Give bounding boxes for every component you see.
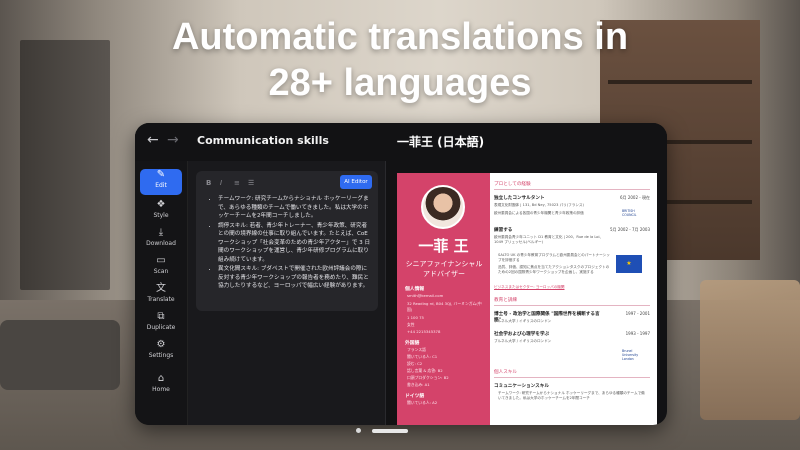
- language-item: 口頭プロダクション: B2: [407, 375, 449, 380]
- headline-line-1: Automatic translations in: [171, 16, 629, 58]
- profile-photo: [421, 185, 465, 229]
- sidebar-item-label: Style: [153, 212, 169, 219]
- download-icon: ⤓: [158, 227, 164, 238]
- resume-right-column: プロとしての経験 独立したコンサルタント 6月 2002 - 現在 表現文化財團…: [494, 173, 654, 425]
- sofa: [0, 320, 120, 390]
- contact-email: smith@kemail.com: [407, 293, 444, 298]
- language-item: フランス語: [407, 347, 426, 352]
- bullet-list-icon[interactable]: ≡: [234, 179, 240, 187]
- education-heading: 教育と訓練: [494, 298, 517, 303]
- section-title: Communication skills: [197, 134, 329, 147]
- top-bar: ← → Communication skills 一菲王 (日本語): [135, 123, 667, 161]
- education-title: 社会学および心理学を学ぶ: [494, 332, 550, 337]
- text-editor-panel: B I ≡ ☰ AI Editor チームワーク: 研究チームからナショナル ホ…: [188, 161, 385, 425]
- contact-gender: 女性: [407, 322, 415, 327]
- job-bullet: 品質、評価、認知に焦点を当てたアクションタスクのプロジェクトのための2回の国際青…: [498, 265, 610, 275]
- job-date: 6月 2002 - 現在: [620, 195, 650, 200]
- bullet-list[interactable]: チームワーク: 研究チームからナショナル ホッケーリーグまで、あらゆる種類のチー…: [210, 195, 372, 292]
- brunel-logo: Brunel University London: [622, 349, 639, 361]
- sidebar-item-label: Scan: [153, 268, 169, 275]
- job-place: 表現文化財團体 | 131, Bd Ney, 75023 パリ(フランス): [494, 203, 584, 207]
- education-date: 1997 - 2001: [625, 311, 650, 316]
- translate-icon: 文: [156, 283, 166, 294]
- sidebar-item-style[interactable]: ❖ Style: [140, 199, 182, 225]
- education-place: ブルネル大学 / イギリスのロンドン: [494, 319, 552, 323]
- language-item: 読む: C2: [407, 361, 423, 366]
- forward-arrow-icon[interactable]: →: [167, 132, 179, 148]
- chair: [700, 280, 800, 420]
- skill-title: コミュニケーションスキル: [494, 384, 549, 389]
- headline-line-2: 28+ languages: [268, 62, 532, 104]
- gear-icon: ⚙: [156, 339, 166, 350]
- contact-mobile: +44 2215345378: [407, 329, 441, 334]
- sidebar-item-label: Download: [146, 240, 176, 247]
- numbered-list-icon[interactable]: ☰: [248, 179, 254, 187]
- section-divider: [494, 377, 650, 378]
- edit-icon: ✎: [156, 169, 166, 180]
- resume-preview: 一菲 王 シニアファイナンシャルアドバイザー 個人情報 smith@kemail…: [397, 173, 657, 425]
- headline: Automatic translations in 28+ languages: [0, 14, 800, 106]
- experience-heading: プロとしての経験: [494, 182, 531, 187]
- home-icon: ⌂: [157, 373, 165, 384]
- tablet-app-window: ← → Communication skills 一菲王 (日本語) ✎ Edi…: [135, 123, 667, 425]
- sidebar-item-label: Edit: [155, 182, 167, 189]
- sidebar-item-scan[interactable]: ▭ Scan: [140, 255, 182, 281]
- language-2-heading: ドイツ語: [405, 394, 425, 399]
- skill-description: チームワーク: 研究チームからナショナル ホッケーリーグまで、あらゆる種類のチー…: [498, 391, 645, 401]
- pane-divider: [385, 161, 386, 425]
- sidebar-item-download[interactable]: ⤓ Download: [140, 227, 182, 253]
- language-item: 話し言葉 & 応答: B2: [407, 368, 443, 373]
- list-item: 異文化間スキル: ブダペストで開催された欧州評議会の際に反対する青少年ワークショ…: [218, 265, 372, 291]
- language-item: 書き込み: A1: [407, 382, 430, 387]
- skills-heading: 個人スキル: [494, 370, 517, 375]
- translated-document-title: 一菲王 (日本語): [397, 135, 485, 149]
- sidebar: ✎ Edit ❖ Style ⤓ Download ▭ Scan 文 Trans…: [135, 161, 188, 425]
- bold-button[interactable]: B: [206, 179, 211, 187]
- resume-name: 一菲 王: [418, 237, 469, 255]
- duplicate-icon: ⧉: [157, 311, 165, 322]
- sidebar-item-label: Translate: [147, 296, 175, 303]
- language-item: 聞いている人: A2: [407, 400, 438, 405]
- section-divider: [494, 189, 650, 190]
- job-date: 5月 2002 - 7月 2003: [610, 227, 650, 232]
- job-bullet: SALTO UK の青少年教育プログラムと欧州委員会とのパートナーシップを評価す…: [498, 253, 610, 263]
- style-icon: ❖: [156, 199, 166, 210]
- sector-link: ビジネスまたはセクター: ヨーロッパの機関: [494, 285, 565, 289]
- contact-heading: 個人情報: [405, 287, 425, 292]
- scan-icon: ▭: [156, 255, 166, 266]
- italic-button[interactable]: I: [220, 179, 222, 187]
- page-dot[interactable]: [356, 428, 361, 433]
- language-item: 聞いている人: C1: [407, 354, 438, 359]
- list-item: チームワーク: 研究チームからナショナル ホッケーリーグまで、あらゆる種類のチー…: [218, 195, 372, 221]
- contact-phone: 1 100 75: [407, 315, 424, 320]
- contact-address: 32 Reading rd, B04 3QJ, バーミンガム(中国): [407, 301, 482, 312]
- sidebar-item-home[interactable]: ⌂ Home: [140, 373, 182, 399]
- sidebar-item-edit[interactable]: ✎ Edit: [140, 169, 182, 195]
- list-item: 調停スキル: 若者、青少年トレーナー、青少年政策、研究者との間の境界線の仕事に取…: [218, 222, 372, 265]
- rich-text-editor[interactable]: B I ≡ ☰ AI Editor チームワーク: 研究チームからナショナル ホ…: [196, 171, 378, 311]
- resume-left-column: 一菲 王 シニアファイナンシャルアドバイザー 個人情報 smith@kemail…: [397, 173, 490, 425]
- sidebar-item-duplicate[interactable]: ⧉ Duplicate: [140, 311, 182, 337]
- page-indicator: [356, 428, 446, 434]
- job-description: 欧州委員会による各国の青少年機関と青少年政策の評価: [494, 211, 584, 215]
- sidebar-item-label: Duplicate: [146, 324, 176, 331]
- resume-role: シニアファイナンシャルアドバイザー: [405, 260, 483, 278]
- sidebar-item-translate[interactable]: 文 Translate: [140, 283, 182, 309]
- education-place: ブルネル大学 / イギリスのロンドン: [494, 339, 552, 343]
- sidebar-item-settings[interactable]: ⚙ Settings: [140, 339, 182, 365]
- section-divider: [494, 305, 650, 306]
- british-council-logo: BRITISH COUNCIL: [622, 209, 637, 217]
- back-arrow-icon[interactable]: ←: [147, 132, 159, 148]
- eu-flag-icon: ★: [616, 255, 642, 273]
- page-dot-active[interactable]: [372, 429, 408, 433]
- job-title: 練習する: [494, 228, 513, 233]
- sidebar-item-label: Settings: [148, 352, 174, 359]
- job-title: 独立したコンサルタント: [494, 196, 545, 201]
- sidebar-item-label: Home: [152, 386, 170, 393]
- languages-heading: 外国語: [405, 341, 420, 346]
- education-date: 1993 - 1997: [625, 331, 650, 336]
- ai-editor-button[interactable]: AI Editor: [340, 175, 372, 189]
- job-place: 欧州委員会青少年ユニット D1 教育と文化 | 200、Rue de la Lo…: [494, 235, 604, 245]
